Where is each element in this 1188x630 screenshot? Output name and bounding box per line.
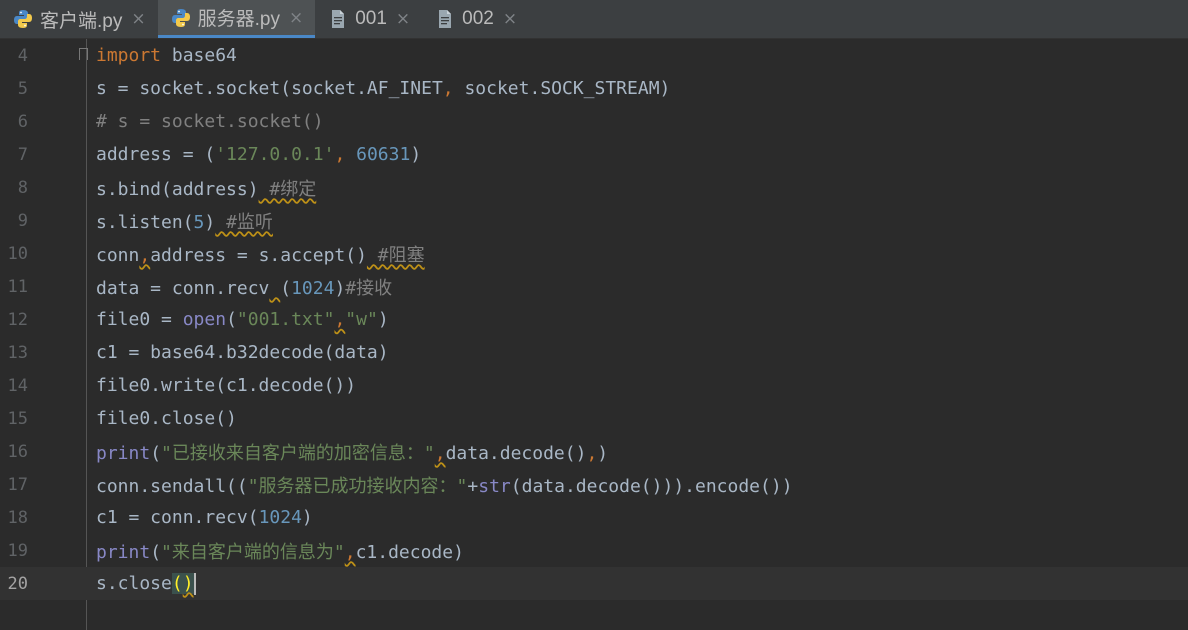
code-text: print("来自客户端的信息为",c1.decode) xyxy=(96,541,464,563)
code-text: conn,address = s.accept() #阻塞 xyxy=(96,244,425,266)
code-line[interactable]: 19 print("来自客户端的信息为",c1.decode) xyxy=(0,534,1188,567)
code-text: file0 = open("001.txt","w") xyxy=(96,309,389,330)
line-number: 13 xyxy=(7,342,28,363)
line-number: 19 xyxy=(7,540,28,561)
code-line[interactable]: 14 file0.write(c1.decode()) xyxy=(0,369,1188,402)
line-number: 9 xyxy=(17,210,28,231)
line-number: 5 xyxy=(17,78,28,99)
line-number: 15 xyxy=(7,408,28,429)
code-line[interactable]: 15 file0.close() xyxy=(0,402,1188,435)
code-line[interactable]: 8 s.bind(address) #绑定 xyxy=(0,171,1188,204)
code-text: s.listen(5) #监听 xyxy=(96,211,273,233)
code-text: address = ('127.0.0.1', 60631) xyxy=(96,144,422,165)
code-text: s.bind(address) #绑定 xyxy=(96,178,317,200)
code-text: s.close() xyxy=(96,572,196,595)
code-text: print("已接收来自客户端的加密信息：",data.decode(),) xyxy=(96,442,609,464)
line-number: 20 xyxy=(7,573,28,594)
tab-client-py[interactable]: 客户端.py × xyxy=(0,0,158,38)
code-line[interactable]: 10 conn,address = s.accept() #阻塞 xyxy=(0,237,1188,270)
text-caret xyxy=(193,572,196,595)
fold-icon[interactable] xyxy=(79,48,88,60)
code-text: import base64 xyxy=(96,45,237,66)
line-number: 12 xyxy=(7,309,28,330)
code-line[interactable]: 11 data = conn.recv (1024)#接收 xyxy=(0,270,1188,303)
code-text: c1 = conn.recv(1024) xyxy=(96,507,313,528)
line-number: 7 xyxy=(17,144,28,165)
code-line[interactable]: 16 print("已接收来自客户端的加密信息：",data.decode(),… xyxy=(0,435,1188,468)
tab-server-py[interactable]: 服务器.py × xyxy=(157,0,316,38)
close-icon[interactable]: × xyxy=(131,9,145,29)
code-line[interactable]: 6 # s = socket.socket() xyxy=(0,105,1188,138)
tab-label: 002 xyxy=(462,8,494,29)
code-text: conn.sendall(("服务器已成功接收内容："+str(data.dec… xyxy=(96,475,793,497)
code-line[interactable]: 9 s.listen(5) #监听 xyxy=(0,204,1188,237)
python-file-icon xyxy=(13,9,33,29)
tab-label: 001 xyxy=(355,8,387,29)
tab-001[interactable]: 001 × xyxy=(315,0,422,38)
tab-label: 服务器.py xyxy=(197,9,280,30)
code-editor[interactable]: 4 import base64 5 s = socket.socket(sock… xyxy=(0,39,1188,630)
close-icon[interactable]: × xyxy=(396,9,410,29)
code-text: # s = socket.socket() xyxy=(96,111,324,132)
line-number: 10 xyxy=(7,243,28,264)
code-text: c1 = base64.b32decode(data) xyxy=(96,342,389,363)
line-number: 11 xyxy=(7,276,28,297)
text-file-icon xyxy=(328,9,348,29)
close-icon[interactable]: × xyxy=(503,9,517,29)
code-line[interactable]: 17 conn.sendall(("服务器已成功接收内容："+str(data.… xyxy=(0,468,1188,501)
editor-tab-bar: 客户端.py × 服务器.py × 001 × 002 × xyxy=(0,0,1188,39)
line-number: 18 xyxy=(7,507,28,528)
line-number: 17 xyxy=(7,474,28,495)
python-file-icon xyxy=(171,8,191,28)
code-text: data = conn.recv (1024)#接收 xyxy=(96,277,393,299)
line-number: 16 xyxy=(7,441,28,462)
code-line[interactable]: 7 address = ('127.0.0.1', 60631) xyxy=(0,138,1188,171)
code-line[interactable]: 12 file0 = open("001.txt","w") xyxy=(0,303,1188,336)
code-line[interactable]: 5 s = socket.socket(socket.AF_INET, sock… xyxy=(0,72,1188,105)
code-text: file0.close() xyxy=(96,408,237,429)
tab-002[interactable]: 002 × xyxy=(422,0,529,38)
line-number: 8 xyxy=(17,177,28,198)
code-line-current[interactable]: 20 s.close() xyxy=(0,567,1188,600)
code-line[interactable]: 18 c1 = conn.recv(1024) xyxy=(0,501,1188,534)
code-text: s = socket.socket(socket.AF_INET, socket… xyxy=(96,78,671,99)
line-number: 6 xyxy=(17,111,28,132)
text-file-icon xyxy=(435,9,455,29)
close-icon[interactable]: × xyxy=(289,8,303,28)
code-line[interactable]: 13 c1 = base64.b32decode(data) xyxy=(0,336,1188,369)
line-number: 14 xyxy=(7,375,28,396)
tab-label: 客户端.py xyxy=(40,10,123,32)
code-line[interactable]: 4 import base64 xyxy=(0,39,1188,72)
code-text: file0.write(c1.decode()) xyxy=(96,375,357,396)
line-number: 4 xyxy=(17,45,28,66)
